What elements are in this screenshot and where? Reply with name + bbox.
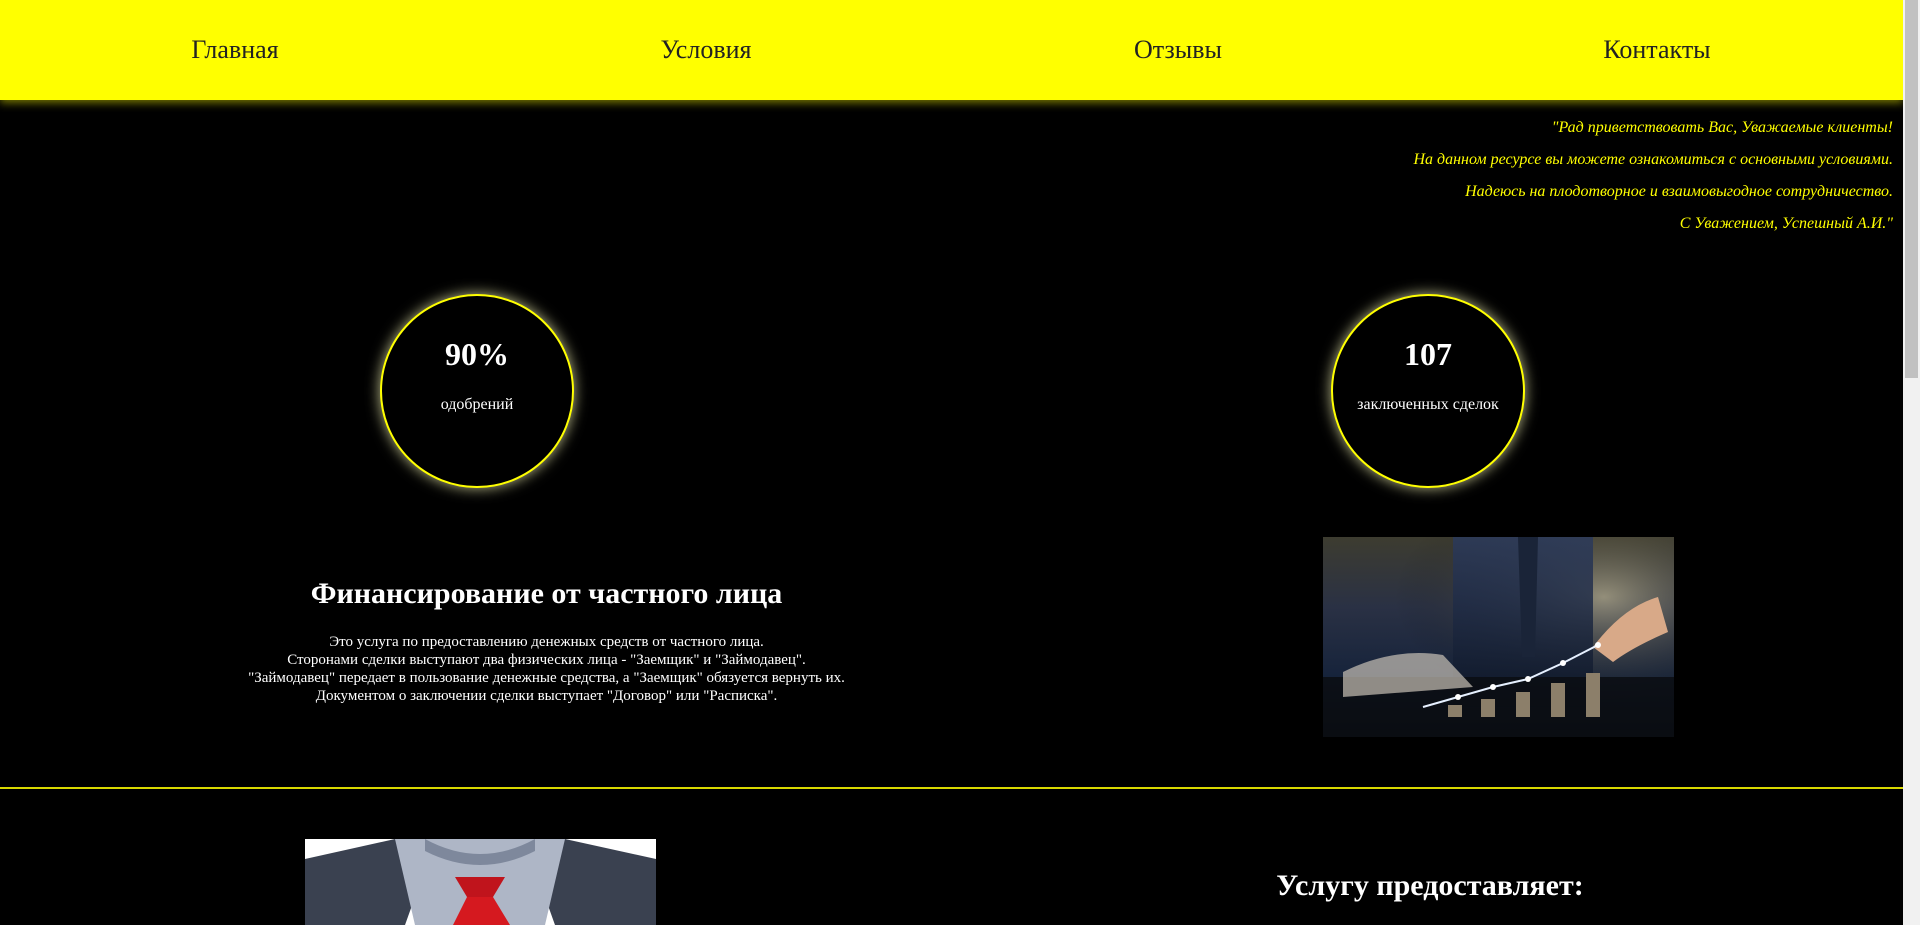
deals-count-stat: 107 заключенных сделок (1331, 294, 1525, 488)
greeting-line: На данном ресурсе вы можете ознакомиться… (1413, 151, 1893, 168)
stat-value: 90% (445, 336, 509, 372)
service-description-line: Сторонами сделки выступают два физически… (287, 652, 806, 668)
stat-value: 107 (1404, 336, 1452, 372)
provider-portrait-photo (305, 839, 656, 925)
top-navigation: Главная Условия Отзывы Контакты (0, 0, 1903, 100)
stat-caption: заключенных сделок (1357, 396, 1499, 413)
page: Главная Условия Отзывы Контакты "Рад при… (0, 0, 1903, 925)
finance-growth-photo (1323, 537, 1674, 737)
nav-link-home[interactable]: Главная (191, 0, 278, 100)
service-description-line: "Займодавец" передает в пользование дене… (248, 670, 845, 686)
nav-link-reviews[interactable]: Отзывы (1134, 0, 1222, 100)
greeting-line: "Рад приветствовать Вас, Уважаемые клиен… (1551, 119, 1893, 136)
provider-title: Услугу предоставляет: (1276, 869, 1584, 902)
nav-link-terms[interactable]: Условия (661, 0, 752, 100)
approval-rate-stat: 90% одобрений (380, 294, 574, 488)
section-divider (0, 787, 1903, 789)
service-description: Это услуга по предоставлению денежных ср… (160, 633, 933, 705)
greeting-line: С Уважением, Успешный А.И." (1679, 215, 1893, 232)
service-description-line: Документом о заключении сделки выступает… (315, 688, 778, 704)
nav-link-contacts[interactable]: Контакты (1603, 0, 1710, 100)
service-title: Финансирование от частного лица (310, 577, 783, 610)
scrollbar-thumb[interactable] (1905, 0, 1918, 378)
page-scrollbar[interactable] (1903, 0, 1920, 925)
service-description-line: Это услуга по предоставлению денежных ср… (329, 634, 764, 650)
greeting-message: "Рад приветствовать Вас, Уважаемые клиен… (1193, 119, 1893, 247)
greeting-line: Надеюсь на плодотворное и взаимовыгодное… (1465, 183, 1893, 200)
stat-caption: одобрений (440, 396, 514, 413)
